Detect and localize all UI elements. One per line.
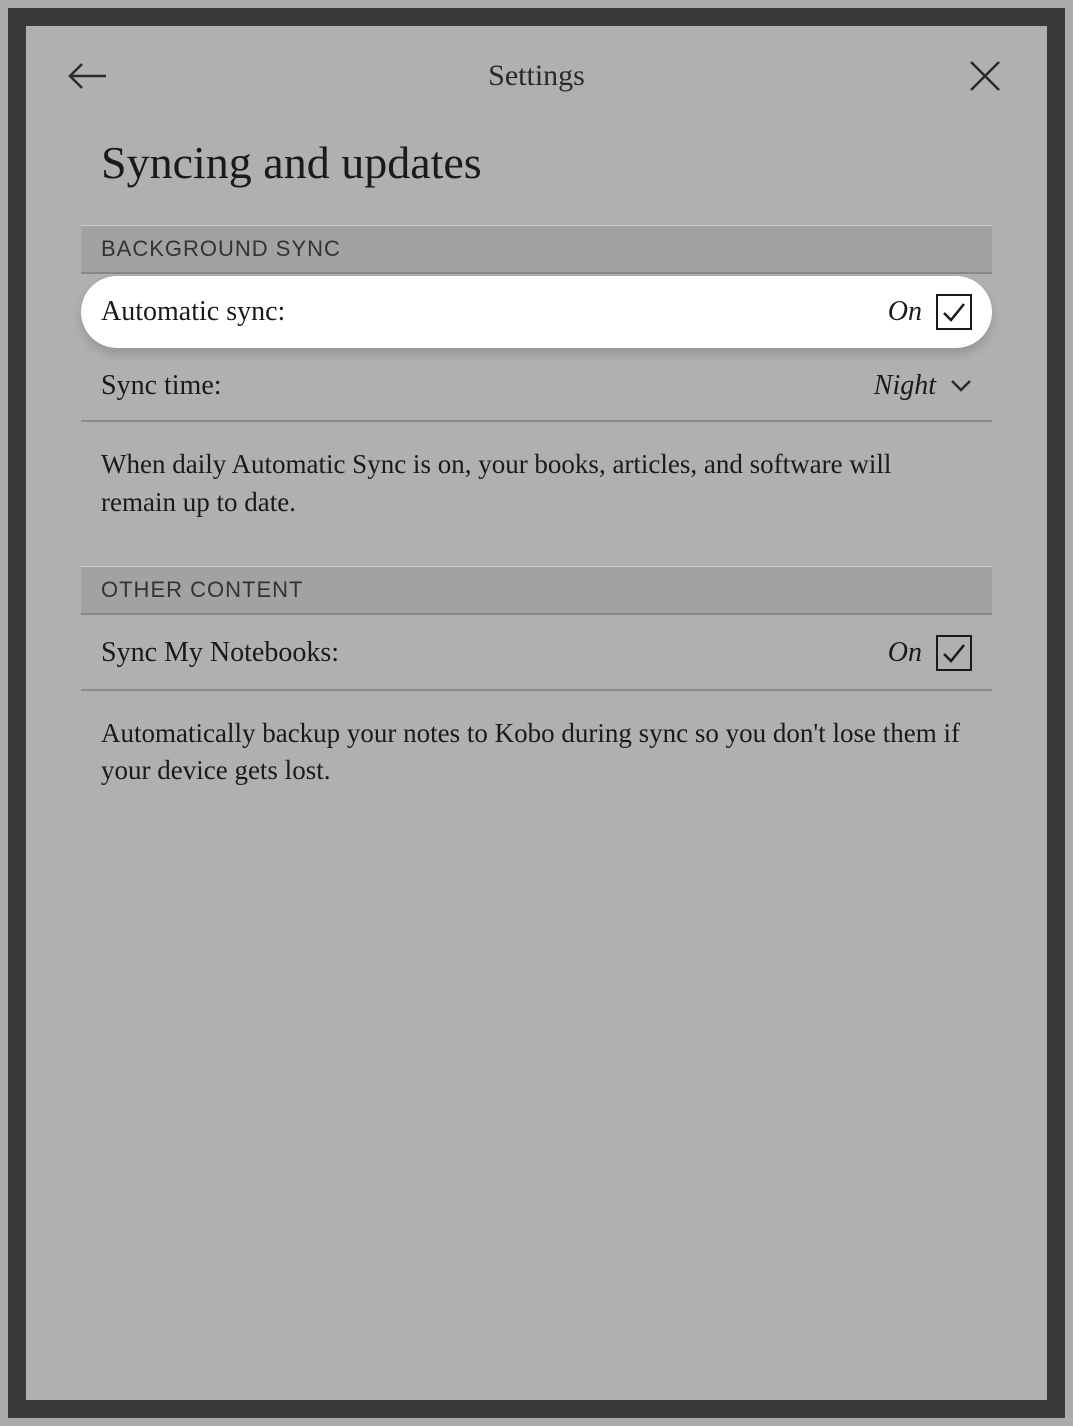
screen: Settings Syncing and updates BACKGROUND … <box>26 26 1047 1400</box>
checkmark-icon <box>941 299 967 325</box>
automatic-sync-checkbox[interactable] <box>936 294 972 330</box>
back-button[interactable] <box>66 54 110 98</box>
sync-notebooks-value-wrap: On <box>888 635 972 671</box>
header-title: Settings <box>488 59 585 93</box>
automatic-sync-value: On <box>888 296 922 328</box>
other-content-description: Automatically backup your notes to Kobo … <box>81 691 992 835</box>
sync-time-row[interactable]: Sync time: Night <box>81 352 992 422</box>
sync-notebooks-label: Sync My Notebooks: <box>101 637 339 669</box>
checkmark-icon <box>941 640 967 666</box>
chevron-down-icon <box>950 375 972 397</box>
outer-frame: Settings Syncing and updates BACKGROUND … <box>8 8 1065 1418</box>
section-header-background-sync: BACKGROUND SYNC <box>81 225 992 274</box>
background-sync-description: When daily Automatic Sync is on, your bo… <box>81 422 992 566</box>
sync-time-value: Night <box>874 370 936 402</box>
close-button[interactable] <box>963 54 1007 98</box>
back-arrow-icon <box>68 61 108 91</box>
sync-time-label: Sync time: <box>101 370 222 402</box>
section-header-other-content: OTHER CONTENT <box>81 566 992 615</box>
automatic-sync-label: Automatic sync: <box>101 296 285 328</box>
sync-notebooks-value: On <box>888 637 922 669</box>
header: Settings <box>26 26 1047 118</box>
automatic-sync-value-wrap: On <box>888 294 972 330</box>
sync-time-value-wrap: Night <box>874 370 972 402</box>
page-title: Syncing and updates <box>26 118 1047 225</box>
automatic-sync-row[interactable]: Automatic sync: On <box>81 276 992 348</box>
sync-notebooks-checkbox[interactable] <box>936 635 972 671</box>
sync-notebooks-row[interactable]: Sync My Notebooks: On <box>81 617 992 691</box>
close-icon <box>968 59 1002 93</box>
